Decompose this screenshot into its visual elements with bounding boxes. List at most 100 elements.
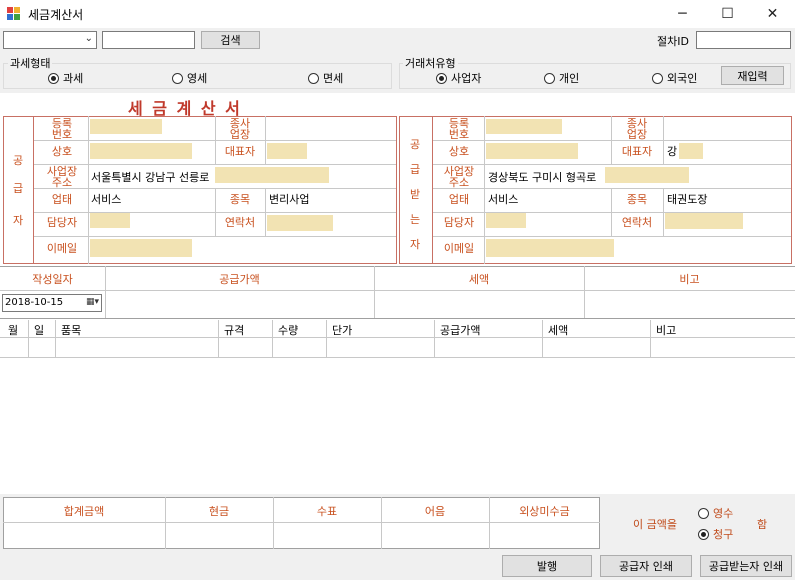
radio-dot [544,72,555,84]
receiver-contact-label: 연락처 [621,216,653,229]
receiver-biz-type-label: 업태 [448,193,470,206]
radio-exempt[interactable]: 면세 [308,70,343,86]
receiver-address-detail[interactable] [605,167,689,183]
check-header: 수표 [316,505,338,518]
minimize-button[interactable]: ─ [660,0,705,28]
supplier-contact-field[interactable] [267,215,333,231]
receiver-name-label: 상호 [448,145,470,158]
receiver-manager-label: 담당자 [443,216,475,229]
supplier-side-label-2: 급 [12,182,24,195]
app-icon [7,7,21,20]
radio-dot [652,72,663,84]
this-amount-label: 이 금액을 [633,518,677,531]
radio-taxable-label: 과세 [63,72,84,85]
maximize-button[interactable]: ☐ [705,0,750,28]
radio-dot [698,507,709,519]
note-bill-header: 어음 [424,505,446,518]
supplier-address-detail[interactable] [215,167,329,183]
supplier-item-value[interactable]: 변리사업 [269,191,309,207]
receiver-reg-no-field[interactable] [486,119,562,134]
receiver-rep-field[interactable] [679,143,703,159]
radio-dot [436,72,447,84]
supplier-name-label: 상호 [51,145,73,158]
radio-exempt-label: 면세 [323,72,344,85]
supplier-rep-label: 대표자 [224,145,256,158]
col-month[interactable]: 월 [8,322,18,338]
col-item[interactable]: 품목 [61,322,81,338]
receiver-side-label-4: 는 [409,213,421,226]
radio-dot [172,72,183,84]
print-receiver-button[interactable]: 공급받는자 인쇄 [700,555,792,577]
radio-foreigner[interactable]: 외국인 [652,70,697,86]
receiver-manager-field[interactable] [486,213,526,228]
supplier-biz-type-label: 업태 [51,193,73,206]
col-day[interactable]: 일 [34,322,44,338]
receiver-side-label-3: 받 [409,188,421,201]
supplier-reg-no-field[interactable] [90,119,162,134]
receiver-reg-no-label: 등록 번호 [448,117,470,141]
col-spec[interactable]: 규격 [224,322,244,338]
supplier-email-field[interactable] [90,239,192,257]
cash-header: 현금 [208,505,230,518]
radio-receipt-label: 영수 [713,507,734,520]
supplier-biz-type-value[interactable]: 서비스 [91,191,121,207]
date-header: 작성일자 [32,273,73,286]
table-row[interactable] [0,338,795,358]
supplier-name-field[interactable] [90,143,192,159]
receiver-biz-type-value[interactable]: 서비스 [488,191,518,207]
supplier-item-label: 종목 [229,193,251,206]
process-id-input[interactable] [696,31,791,49]
supplier-address-label: 사업장 주소 [46,165,78,189]
receiver-item-value[interactable]: 태권도장 [667,191,707,207]
supplier-rep-field[interactable] [267,143,307,159]
title-bar: 세금계산서 ─ ☐ ✕ [0,0,795,28]
calendar-icon: ▦▾ [85,297,99,307]
print-supplier-button[interactable]: 공급자 인쇄 [600,555,692,577]
supplier-manager-field[interactable] [90,213,130,228]
receiver-email-field[interactable] [486,239,614,257]
total-amount-header: 합계금액 [63,505,105,518]
col-unit-price[interactable]: 단가 [332,322,352,338]
col-tax[interactable]: 세액 [548,322,568,338]
search-input[interactable] [102,31,195,49]
issue-button[interactable]: 발행 [502,555,592,577]
receiver-contact-field[interactable] [665,213,743,229]
reset-button[interactable]: 재입력 [721,66,784,85]
supply-header: 공급가액 [219,273,260,286]
radio-business[interactable]: 사업자 [436,70,481,86]
partner-type-label: 거래처유형 [403,55,458,71]
supplier-manager-label: 담당자 [46,216,78,229]
receiver-side-label-2: 급 [409,163,421,176]
col-note[interactable]: 비고 [656,322,676,338]
process-id-label: 절차ID [657,35,689,48]
radio-claim[interactable]: 청구 [698,526,733,542]
radio-individual-label: 개인 [559,72,580,85]
supplier-side-label-3: 자 [12,214,24,227]
receiver-rep-value[interactable]: 강 [667,143,677,159]
col-qty[interactable]: 수량 [278,322,298,338]
receiver-rep-label: 대표자 [621,145,653,158]
supplier-email-label: 이메일 [46,242,78,255]
receiver-address-value[interactable]: 경상북도 구미시 형곡로 [488,169,596,185]
receiver-sub-branch-label: 종사 업장 [626,117,648,141]
chevron-down-icon: ⌄ [84,33,93,44]
close-button[interactable]: ✕ [750,0,795,28]
radio-individual[interactable]: 개인 [544,70,579,86]
receiver-side-label-5: 자 [409,238,421,251]
radio-zero-rated[interactable]: 영세 [172,70,207,86]
note-header: 비고 [679,273,700,286]
search-type-dropdown[interactable]: ⌄ [3,31,97,49]
radio-receipt[interactable]: 영수 [698,505,733,521]
receiver-side-label-1: 공 [409,138,421,151]
col-supply[interactable]: 공급가액 [440,322,480,338]
supplier-side-label-1: 공 [12,154,24,167]
radio-dot [698,528,709,540]
radio-taxable[interactable]: 과세 [48,70,83,86]
radio-dot [308,72,319,84]
supplier-address-value[interactable]: 서울특별시 강남구 선릉로 [91,169,209,185]
date-picker[interactable]: 2018-10-15 ▦▾ [2,294,102,312]
receiver-name-field[interactable] [486,143,578,159]
date-value: 2018-10-15 [5,297,64,308]
search-button[interactable]: 검색 [201,31,260,49]
radio-zero-rated-label: 영세 [187,72,208,85]
